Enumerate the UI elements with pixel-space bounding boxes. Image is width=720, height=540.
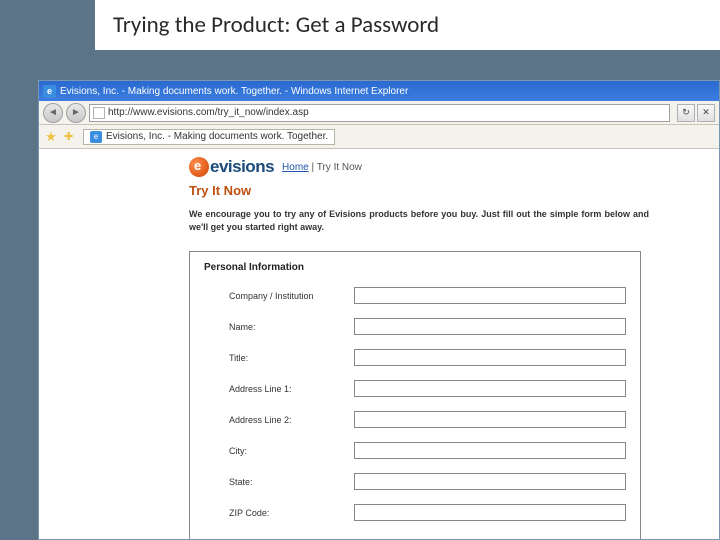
logo-mark-icon bbox=[189, 157, 209, 177]
row-addr1: Address Line 1: bbox=[204, 380, 626, 397]
add-favorite-icon[interactable]: ✚ bbox=[64, 130, 78, 144]
header-row: evisions Home | Try It Now bbox=[189, 157, 719, 177]
logo-wordmark: evisions bbox=[210, 157, 274, 177]
browser-tab[interactable]: e Evisions, Inc. - Making documents work… bbox=[83, 129, 335, 145]
stop-button[interactable]: ✕ bbox=[697, 104, 715, 122]
label-title: Title: bbox=[204, 353, 354, 363]
label-name: Name: bbox=[204, 322, 354, 332]
page-icon bbox=[93, 107, 105, 119]
page-content: evisions Home | Try It Now Try It Now We… bbox=[39, 149, 719, 539]
tab-favicon: e bbox=[90, 131, 102, 143]
form-section-heading: Personal Information bbox=[204, 262, 626, 273]
favorites-bar: ★ ✚ e Evisions, Inc. - Making documents … bbox=[39, 125, 719, 149]
breadcrumb: Home | Try It Now bbox=[282, 162, 362, 173]
input-company[interactable] bbox=[354, 287, 626, 304]
browser-window: e Evisions, Inc. - Making documents work… bbox=[38, 80, 720, 540]
input-city[interactable] bbox=[354, 442, 626, 459]
refresh-button[interactable]: ↻ bbox=[677, 104, 695, 122]
row-addr2: Address Line 2: bbox=[204, 411, 626, 428]
label-zip: ZIP Code: bbox=[204, 508, 354, 518]
window-title-text: Evisions, Inc. - Making documents work. … bbox=[60, 86, 408, 97]
label-city: City: bbox=[204, 446, 354, 456]
input-state[interactable] bbox=[354, 473, 626, 490]
favorites-icon[interactable]: ★ bbox=[43, 129, 59, 145]
evisions-logo[interactable]: evisions bbox=[189, 157, 274, 177]
label-company: Company / Institution bbox=[204, 291, 354, 301]
row-state: State: bbox=[204, 473, 626, 490]
input-addr2[interactable] bbox=[354, 411, 626, 428]
address-bar[interactable]: http://www.evisions.com/try_it_now/index… bbox=[89, 104, 670, 122]
breadcrumb-current: Try It Now bbox=[317, 162, 362, 173]
slide-title: Trying the Product: Get a Password bbox=[95, 0, 720, 50]
intro-text: We encourage you to try any of Evisions … bbox=[189, 208, 649, 233]
page-heading: Try It Now bbox=[189, 183, 719, 198]
signup-form: Personal Information Company / Instituti… bbox=[189, 251, 641, 539]
back-button[interactable]: ◄ bbox=[43, 103, 63, 123]
ie-icon: e bbox=[43, 85, 56, 98]
input-addr1[interactable] bbox=[354, 380, 626, 397]
breadcrumb-home-link[interactable]: Home bbox=[282, 162, 309, 173]
row-zip: ZIP Code: bbox=[204, 504, 626, 521]
row-name: Name: bbox=[204, 318, 626, 335]
address-toolbar: ◄ ► http://www.evisions.com/try_it_now/i… bbox=[39, 101, 719, 125]
input-zip[interactable] bbox=[354, 504, 626, 521]
row-city: City: bbox=[204, 442, 626, 459]
breadcrumb-sep: | bbox=[309, 162, 317, 173]
label-addr1: Address Line 1: bbox=[204, 384, 354, 394]
window-titlebar: e Evisions, Inc. - Making documents work… bbox=[39, 81, 719, 101]
input-name[interactable] bbox=[354, 318, 626, 335]
url-text: http://www.evisions.com/try_it_now/index… bbox=[108, 107, 309, 118]
row-company: Company / Institution bbox=[204, 287, 626, 304]
input-title[interactable] bbox=[354, 349, 626, 366]
label-addr2: Address Line 2: bbox=[204, 415, 354, 425]
row-title: Title: bbox=[204, 349, 626, 366]
forward-button[interactable]: ► bbox=[66, 103, 86, 123]
tab-title: Evisions, Inc. - Making documents work. … bbox=[106, 131, 328, 142]
label-state: State: bbox=[204, 477, 354, 487]
